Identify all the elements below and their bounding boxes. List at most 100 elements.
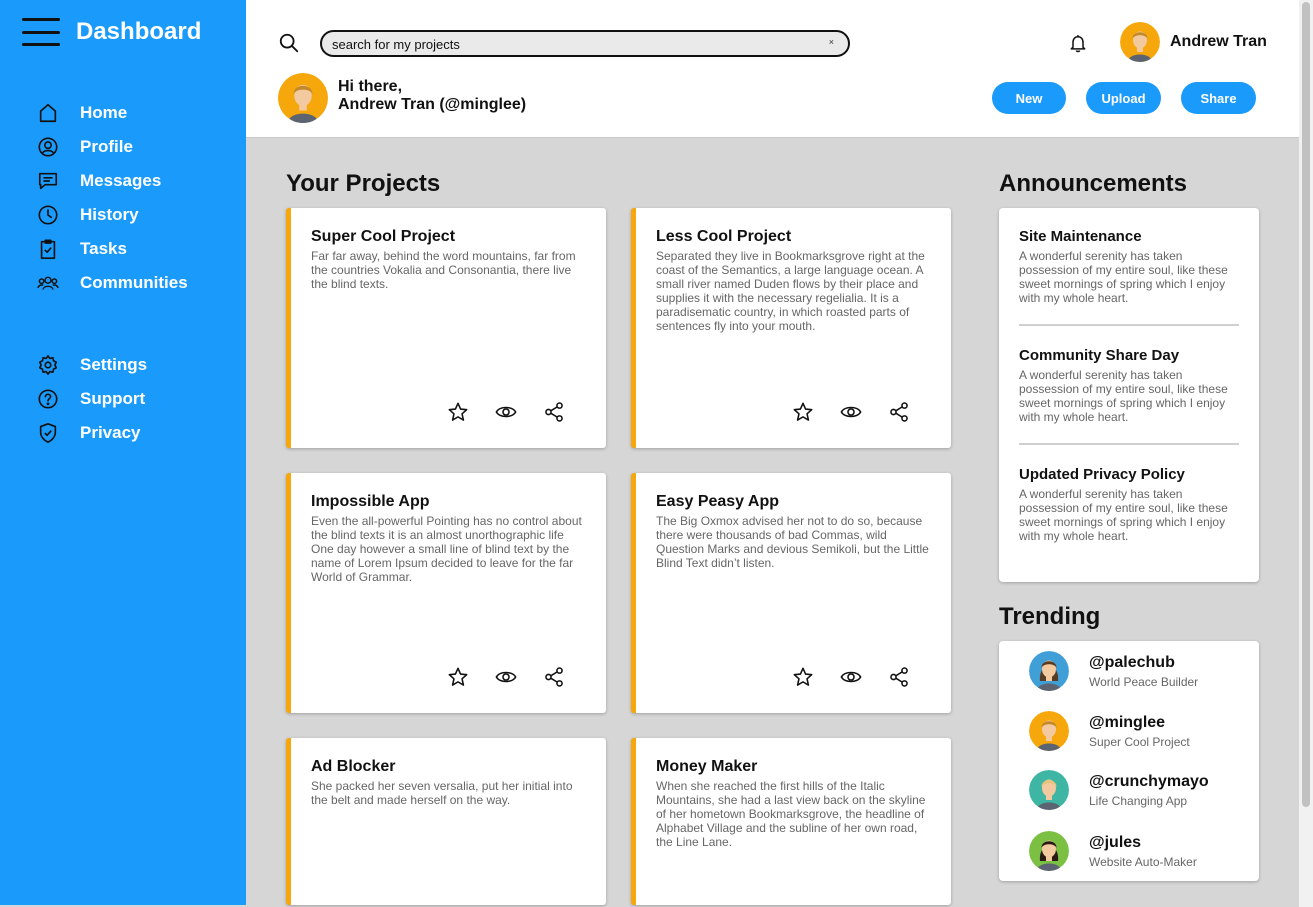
- trending-item[interactable]: @jules Website Auto-Maker: [1029, 831, 1197, 871]
- scrollbar-thumb[interactable]: [1302, 2, 1310, 807]
- sidebar-item-messages[interactable]: Messages: [36, 164, 236, 198]
- announcement-title: Community Share Day: [1019, 347, 1180, 364]
- sidebar-item-label: Tasks: [80, 239, 127, 258]
- sidebar-item-communities[interactable]: Communities: [36, 266, 236, 300]
- share-icon[interactable]: [887, 665, 911, 689]
- avatar: [1120, 22, 1160, 62]
- eye-icon[interactable]: [839, 400, 863, 424]
- announcement-body: A wonderful serenity has taken possessio…: [1019, 487, 1228, 543]
- divider: [1019, 324, 1239, 326]
- avatar: [278, 73, 328, 123]
- bell-icon[interactable]: [1068, 32, 1088, 54]
- project-title: Money Maker: [656, 758, 758, 775]
- project-description: Separated they live in Bookmarksgrove ri…: [656, 249, 925, 333]
- user-menu[interactable]: Andrew Tran: [1120, 22, 1267, 62]
- brand: Dashboard: [22, 18, 201, 46]
- new-button[interactable]: New: [992, 82, 1066, 114]
- announcement-item[interactable]: Updated Privacy Policy A wonderful seren…: [1019, 466, 1239, 543]
- main-nav: Home Profile Messages History Tasks Comm…: [36, 96, 236, 300]
- project-title: Super Cool Project: [311, 228, 456, 245]
- project-description: The Big Oxmox advised her not to do so, …: [656, 514, 929, 570]
- projects-title: Your Projects: [286, 170, 441, 197]
- sidebar-item-support[interactable]: Support: [36, 382, 236, 416]
- sidebar-item-settings[interactable]: Settings: [36, 348, 236, 382]
- project-description: Even the all-powerful Pointing has no co…: [311, 514, 582, 584]
- star-icon[interactable]: [791, 400, 815, 424]
- communities-icon: [36, 271, 60, 295]
- messages-icon: [36, 169, 60, 193]
- avatar: [1029, 831, 1069, 871]
- project-title: Ad Blocker: [311, 758, 396, 775]
- project-card[interactable]: Money Maker When she reached the first hi…: [631, 738, 951, 905]
- trending-item[interactable]: @minglee Super Cool Project: [1029, 711, 1190, 751]
- divider: [1019, 443, 1239, 445]
- home-icon: [36, 101, 60, 125]
- share-button[interactable]: Share: [1181, 82, 1256, 114]
- help-icon: [36, 387, 60, 411]
- avatar: [1029, 651, 1069, 691]
- project-description: She packed her seven versalia, put her i…: [311, 779, 573, 807]
- sidebar-item-label: Privacy: [80, 423, 141, 442]
- greeting-user: Andrew Tran (@minglee): [338, 96, 527, 113]
- trending-item[interactable]: @palechub World Peace Builder: [1029, 651, 1198, 691]
- profile-icon: [36, 135, 60, 159]
- trending-project: Super Cool Project: [1089, 734, 1190, 749]
- search-clear-icon[interactable]: ×: [829, 37, 834, 47]
- sidebar-item-label: Communities: [80, 273, 188, 292]
- search-input[interactable]: [332, 35, 812, 53]
- project-card[interactable]: Less Cool Project Separated they live in …: [631, 208, 951, 448]
- project-description: When she reached the first hills of the …: [656, 779, 926, 849]
- sidebar-item-history[interactable]: History: [36, 198, 236, 232]
- trending-item[interactable]: @crunchymayo Life Changing App: [1029, 770, 1209, 810]
- announcement-body: A wonderful serenity has taken possessio…: [1019, 249, 1228, 305]
- upload-button[interactable]: Upload: [1086, 82, 1161, 114]
- announcement-item[interactable]: Site Maintenance A wonderful serenity ha…: [1019, 228, 1239, 305]
- sidebar-item-privacy[interactable]: Privacy: [36, 416, 236, 450]
- project-card[interactable]: Impossible App Even the all-powerful Poin…: [286, 473, 606, 713]
- header: × Andrew Tran Hi there, Andrew Tran (@mi…: [246, 0, 1299, 138]
- star-icon[interactable]: [446, 665, 470, 689]
- star-icon[interactable]: [791, 665, 815, 689]
- eye-icon[interactable]: [839, 665, 863, 689]
- project-actions: [446, 400, 590, 424]
- eye-icon[interactable]: [494, 665, 518, 689]
- hamburger-menu-icon[interactable]: [22, 18, 60, 46]
- project-card[interactable]: Easy Peasy App The Big Oxmox advised her …: [631, 473, 951, 713]
- trending-handle: @minglee: [1089, 713, 1166, 731]
- project-title: Impossible App: [311, 493, 430, 510]
- header-actions: New Upload Share: [992, 82, 1276, 114]
- trending-panel: @palechub World Peace Builder @minglee Supe…: [999, 641, 1259, 881]
- project-title: Less Cool Project: [656, 228, 792, 245]
- share-icon[interactable]: [887, 400, 911, 424]
- sidebar-item-tasks[interactable]: Tasks: [36, 232, 236, 266]
- trending-info: @crunchymayo Life Changing App: [1089, 773, 1209, 808]
- search-bar: ×: [320, 30, 850, 57]
- app-title: Dashboard: [76, 18, 202, 45]
- sidebar-item-home[interactable]: Home: [36, 96, 236, 130]
- sidebar-item-profile[interactable]: Profile: [36, 130, 236, 164]
- avatar: [1029, 770, 1069, 810]
- eye-icon[interactable]: [494, 400, 518, 424]
- share-icon[interactable]: [542, 400, 566, 424]
- share-icon[interactable]: [542, 665, 566, 689]
- sidebar-item-label: Home: [80, 103, 128, 122]
- secondary-nav: Settings Support Privacy: [36, 348, 236, 450]
- announcement-item[interactable]: Community Share Day A wonderful serenity…: [1019, 347, 1239, 424]
- shield-icon: [36, 421, 60, 445]
- scrollbar[interactable]: [1299, 0, 1313, 907]
- sidebar: Dashboard Home Profile Messages History …: [0, 0, 246, 905]
- search-icon[interactable]: [278, 32, 300, 54]
- user-name: Andrew Tran: [1170, 33, 1267, 50]
- star-icon[interactable]: [446, 400, 470, 424]
- greeting-line: Hi there,: [338, 78, 403, 95]
- project-card[interactable]: Super Cool Project Far far away, behind t…: [286, 208, 606, 448]
- trending-info: @minglee Super Cool Project: [1089, 714, 1190, 749]
- project-title: Easy Peasy App: [656, 493, 780, 510]
- greeting: Hi there, Andrew Tran (@minglee): [338, 78, 526, 114]
- trending-project: Website Auto-Maker: [1089, 854, 1197, 869]
- project-card[interactable]: Ad Blocker She packed her seven versalia,…: [286, 738, 606, 905]
- sidebar-item-label: Settings: [80, 355, 148, 374]
- announcement-title: Site Maintenance: [1019, 228, 1142, 245]
- sidebar-item-label: Profile: [80, 137, 133, 156]
- gear-icon: [36, 353, 60, 377]
